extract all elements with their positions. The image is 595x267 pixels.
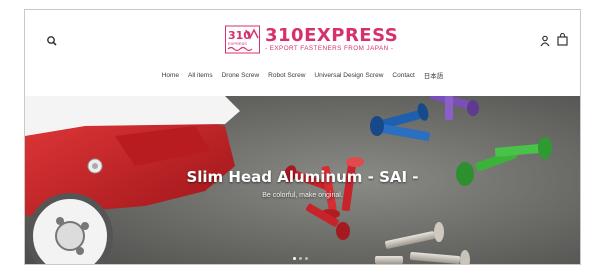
slide-dot[interactable] bbox=[299, 257, 302, 260]
slide-dot[interactable] bbox=[305, 257, 308, 260]
logo-title: 310EXPRESS bbox=[265, 25, 399, 46]
nav-item-language[interactable]: 日本語 bbox=[424, 70, 444, 80]
nav-item-all-items[interactable]: All items bbox=[188, 72, 213, 79]
search-icon[interactable] bbox=[45, 34, 59, 48]
nav-item-robot-screw[interactable]: Robot Screw bbox=[268, 72, 305, 79]
site-header: 310 EXPRESS 310EXPRESS - EXPORT FASTENER… bbox=[25, 10, 580, 96]
logo-tagline: - EXPORT FASTENERS FROM JAPAN - bbox=[265, 45, 394, 52]
hero-slideshow[interactable]: Slim Head Aluminum - SAI - Be colorful, … bbox=[25, 96, 580, 264]
nav-item-universal-design-screw[interactable]: Universal Design Screw bbox=[314, 72, 383, 79]
slide-dot[interactable] bbox=[293, 257, 296, 260]
site-logo[interactable]: 310 EXPRESS 310EXPRESS - EXPORT FASTENER… bbox=[225, 25, 399, 55]
hero-title: Slim Head Aluminum - SAI - bbox=[186, 168, 419, 186]
browser-page: 310 EXPRESS 310EXPRESS - EXPORT FASTENER… bbox=[24, 9, 581, 265]
main-nav: Home All items Drone Screw Robot Screw U… bbox=[25, 68, 580, 82]
slide-indicators bbox=[293, 257, 308, 260]
logo-mark: 310 EXPRESS bbox=[225, 25, 261, 55]
bag-icon[interactable] bbox=[557, 32, 568, 46]
hero-subtitle: Be colorful, make original. bbox=[262, 192, 343, 199]
logo-mark-text: EXPRESS bbox=[228, 41, 247, 46]
nav-item-drone-screw[interactable]: Drone Screw bbox=[222, 72, 260, 79]
nav-item-home[interactable]: Home bbox=[162, 72, 179, 79]
nav-item-contact[interactable]: Contact bbox=[392, 72, 414, 79]
user-icon[interactable] bbox=[540, 34, 550, 47]
